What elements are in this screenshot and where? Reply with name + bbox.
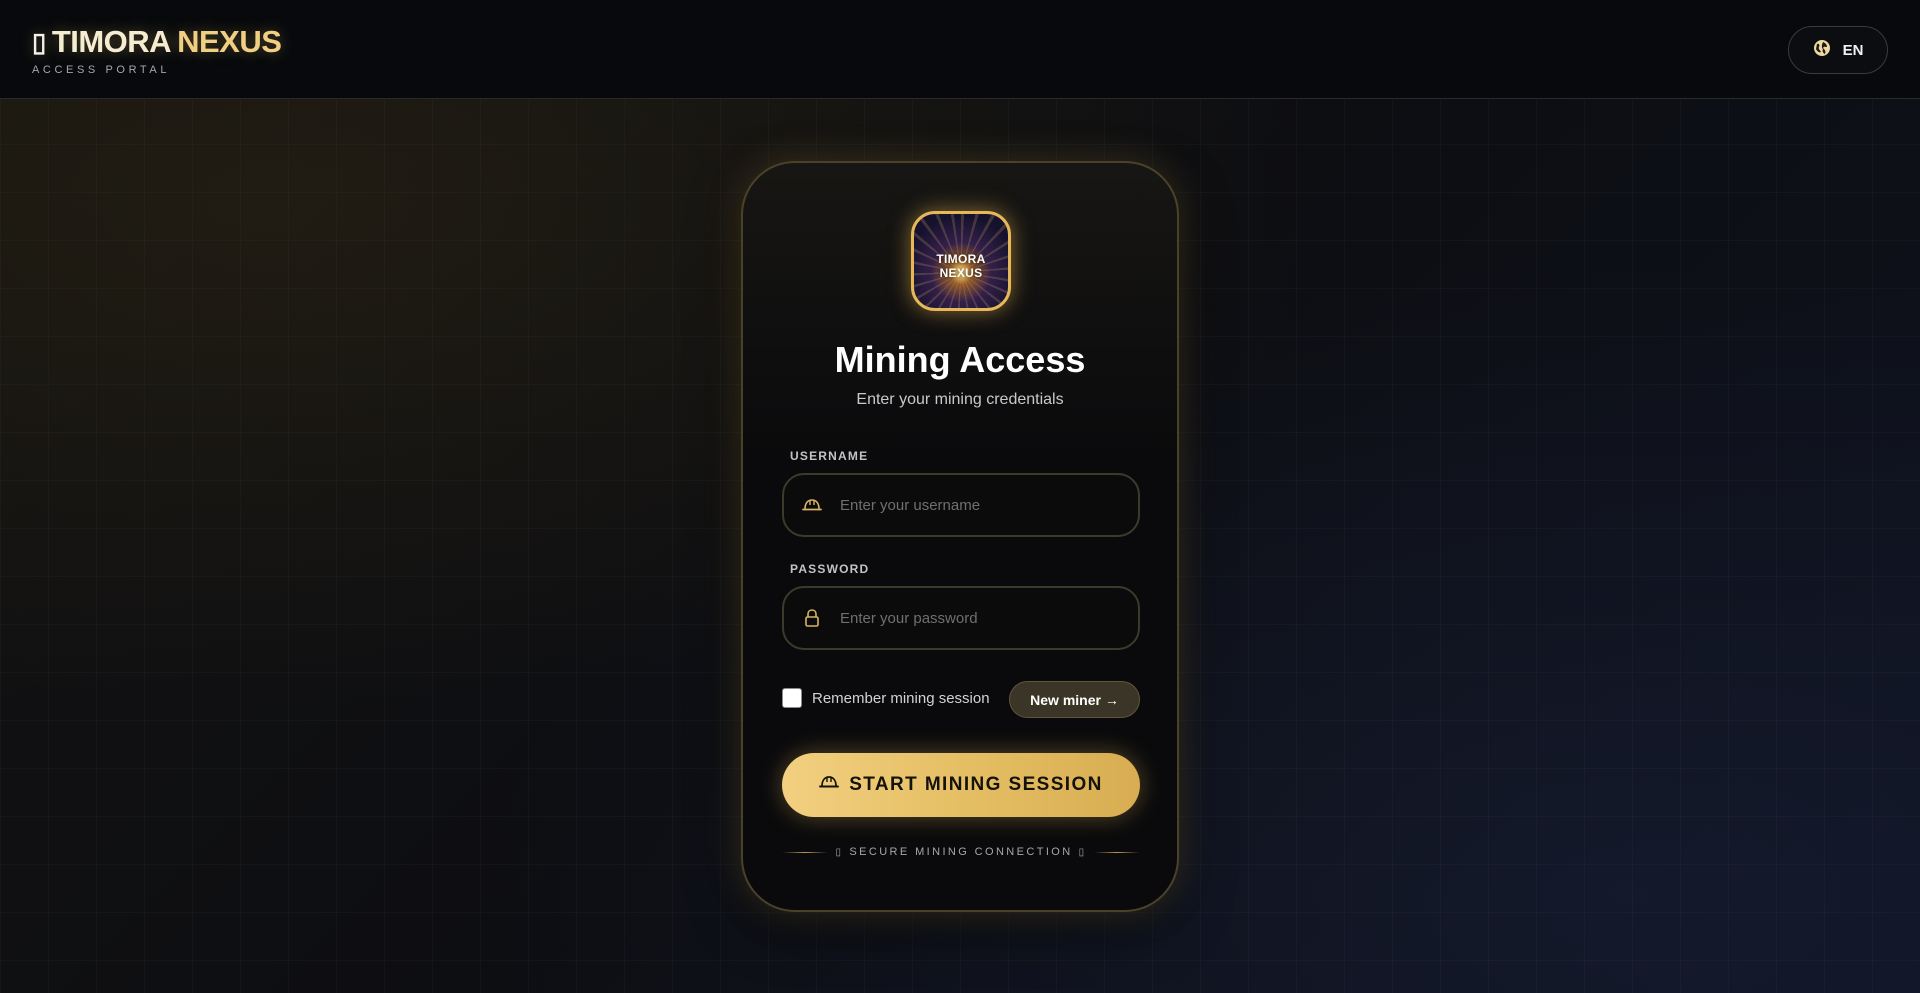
start-mining-session-button[interactable]: START MINING SESSION bbox=[782, 753, 1140, 817]
timora-nexus-logo: TIMORA NEXUS bbox=[911, 211, 1011, 311]
login-card: TIMORA NEXUS Mining Access Enter your mi… bbox=[741, 161, 1179, 912]
username-label: USERNAME bbox=[790, 449, 869, 463]
password-label: PASSWORD bbox=[790, 562, 870, 576]
new-miner-button[interactable]: New miner → bbox=[1009, 681, 1140, 718]
brand-title: ▯ TIMORA NEXUS bbox=[32, 24, 282, 60]
hard-hat-icon bbox=[784, 497, 840, 513]
divider-left bbox=[782, 851, 828, 853]
page-subtitle: Enter your mining credentials bbox=[856, 391, 1064, 408]
username-field[interactable] bbox=[782, 473, 1140, 537]
remember-label: Remember mining session bbox=[812, 689, 990, 707]
secure-connection-note: ▯ SECURE MINING CONNECTION ▯ bbox=[782, 846, 1140, 858]
top-bar: ▯ TIMORA NEXUS ACCESS PORTAL EN bbox=[0, 0, 1920, 99]
username-input[interactable] bbox=[840, 496, 1138, 514]
language-selector-button[interactable]: EN bbox=[1788, 26, 1888, 74]
lock-icon bbox=[784, 608, 840, 628]
brand-name-first: TIMORA bbox=[51, 24, 172, 59]
start-button-label: START MINING SESSION bbox=[849, 774, 1103, 795]
brand-glyph-icon: ▯ bbox=[32, 26, 46, 57]
page-title: Mining Access bbox=[834, 339, 1086, 380]
remember-checkbox[interactable] bbox=[782, 688, 802, 708]
secure-connection-text: SECURE MINING CONNECTION bbox=[849, 846, 1073, 858]
globe-icon bbox=[1813, 39, 1831, 61]
brand[interactable]: ▯ TIMORA NEXUS ACCESS PORTAL bbox=[32, 24, 282, 76]
remember-session[interactable]: Remember mining session bbox=[782, 688, 990, 708]
logo-text: TIMORA NEXUS bbox=[936, 252, 986, 280]
secure-glyph-right-icon: ▯ bbox=[1078, 846, 1087, 858]
language-label: EN bbox=[1842, 41, 1864, 59]
password-field[interactable] bbox=[782, 586, 1140, 650]
password-input[interactable] bbox=[840, 609, 1138, 627]
hard-hat-icon bbox=[819, 774, 840, 796]
brand-name-second: NEXUS bbox=[177, 24, 282, 59]
brand-subtitle: ACCESS PORTAL bbox=[32, 64, 171, 76]
secure-glyph-left-icon: ▯ bbox=[835, 846, 844, 858]
divider-right bbox=[1094, 851, 1140, 853]
secure-text-group: ▯ SECURE MINING CONNECTION ▯ bbox=[835, 846, 1086, 858]
